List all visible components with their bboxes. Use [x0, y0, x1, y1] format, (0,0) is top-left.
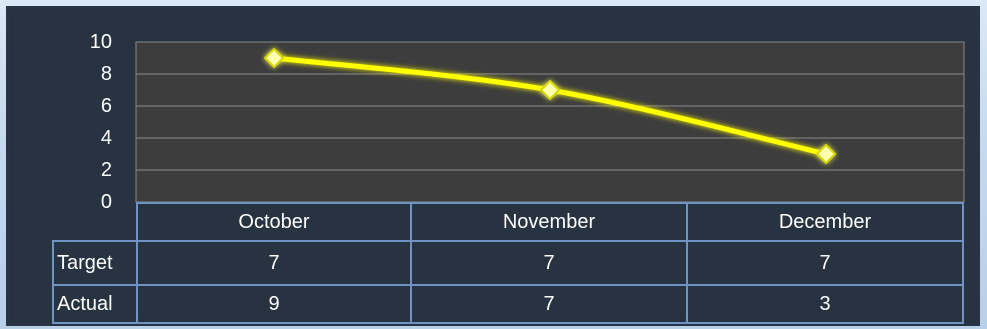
y-tick-label: 0 [100, 191, 112, 213]
table-cell-target: 7 [410, 240, 688, 286]
table-cell-actual: 3 [686, 284, 964, 324]
y-tick-label: 10 [89, 31, 112, 53]
y-tick-label: 6 [100, 95, 112, 117]
y-tick-label: 4 [100, 127, 112, 149]
y-tick-label: 2 [100, 159, 112, 181]
table-cell-actual: 9 [136, 284, 412, 324]
table-cell-actual: 7 [410, 284, 688, 324]
plot-area [135, 41, 965, 203]
row-label-target: Target [52, 240, 138, 286]
category-header: December [686, 202, 964, 242]
row-label-actual: Actual [52, 284, 138, 324]
category-header: October [136, 202, 412, 242]
category-header: November [410, 202, 688, 242]
table-cell-target: 7 [686, 240, 964, 286]
y-tick-label: 8 [100, 63, 112, 85]
table-cell-target: 7 [136, 240, 412, 286]
